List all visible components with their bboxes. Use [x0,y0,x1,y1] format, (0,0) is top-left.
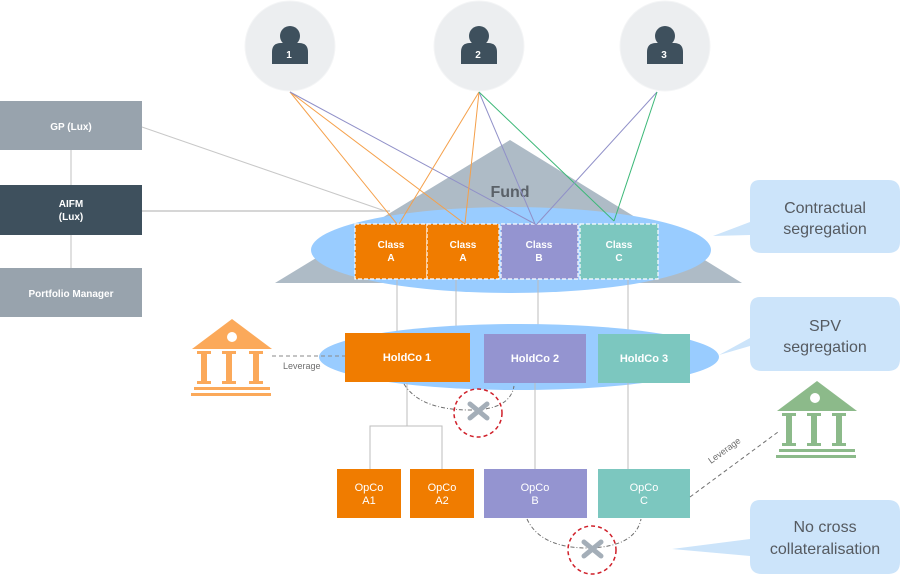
class-box-a2[interactable]: Class A [426,223,500,280]
investor-2[interactable]: 2 [433,0,525,92]
opco-label: OpCo [521,482,550,494]
opco-sublabel: A2 [435,495,448,507]
class-letter: A [387,253,394,264]
aifm-sublabel: (Lux) [59,212,83,223]
callout-text: segregation [783,221,867,238]
investor-number: 3 [661,50,667,61]
cross-icon [467,401,490,421]
opco-sublabel: A1 [362,495,375,507]
class-label: Class [526,240,553,251]
cross-icon [581,539,604,559]
investor-3[interactable]: 3 [619,0,711,92]
bank-icon [776,381,857,458]
gp-box[interactable]: GP (Lux) [0,101,142,150]
bank-icon [191,319,272,396]
opco-label: OpCo [428,482,457,494]
class-box-a1[interactable]: Class A [354,223,428,280]
callout-text: No cross [793,519,856,536]
callout-text: segregation [783,339,867,356]
gp-fund-line [141,126,389,213]
opco-a2[interactable]: OpCo A2 [410,469,474,518]
holdco-3[interactable]: HoldCo 3 [598,334,690,383]
aifm-box[interactable]: AIFM (Lux) [0,185,142,235]
investor-number: 1 [286,50,292,61]
opco-label: OpCo [630,482,659,494]
callout-spv-segregation: SPV segregation [719,297,900,371]
connector [369,425,443,469]
leverage-label-left: Leverage [283,361,321,371]
holdco-label: HoldCo 3 [620,353,668,365]
class-box-b[interactable]: Class B [500,223,579,280]
class-letter: B [535,253,542,264]
holdco-label: HoldCo 2 [511,353,559,365]
callout-text: Contractual [784,200,866,217]
investor-1[interactable]: 1 [244,0,336,92]
class-label: Class [378,240,405,251]
holdco-2[interactable]: HoldCo 2 [484,334,586,383]
class-label: Class [450,240,477,251]
leverage-label-right: Leverage [706,435,742,465]
holdco-1[interactable]: HoldCo 1 [345,333,470,382]
opco-b[interactable]: OpCo B [484,469,587,518]
callout-no-cross-collateralisation: No cross collateralisation [672,500,900,574]
callout-text: collateralisation [770,541,880,558]
link-investor1-classA1 [289,91,398,225]
portfolio-manager-label: Portfolio Manager [28,289,113,300]
class-letter: A [459,253,466,264]
gp-label: GP (Lux) [50,122,91,133]
opco-label: OpCo [355,482,384,494]
investor-number: 2 [475,50,481,61]
opco-c[interactable]: OpCo C [598,469,690,518]
class-box-c[interactable]: Class C [579,223,659,280]
link-investor3-classC [613,91,658,222]
class-letter: C [615,253,622,264]
opco-sublabel: B [531,495,538,507]
opco-a1[interactable]: OpCo A1 [337,469,401,518]
aifm-label: AIFM [59,199,83,210]
holdco-label: HoldCo 1 [383,352,431,364]
class-label: Class [606,240,633,251]
portfolio-manager-box[interactable]: Portfolio Manager [0,268,142,317]
fund-structure-diagram: Fund Class A Class A Class B Class C 1 2… [0,0,900,575]
opco-sublabel: C [640,495,648,507]
callout-contractual-segregation: Contractual segregation [713,180,900,253]
callout-text: SPV [809,318,841,335]
